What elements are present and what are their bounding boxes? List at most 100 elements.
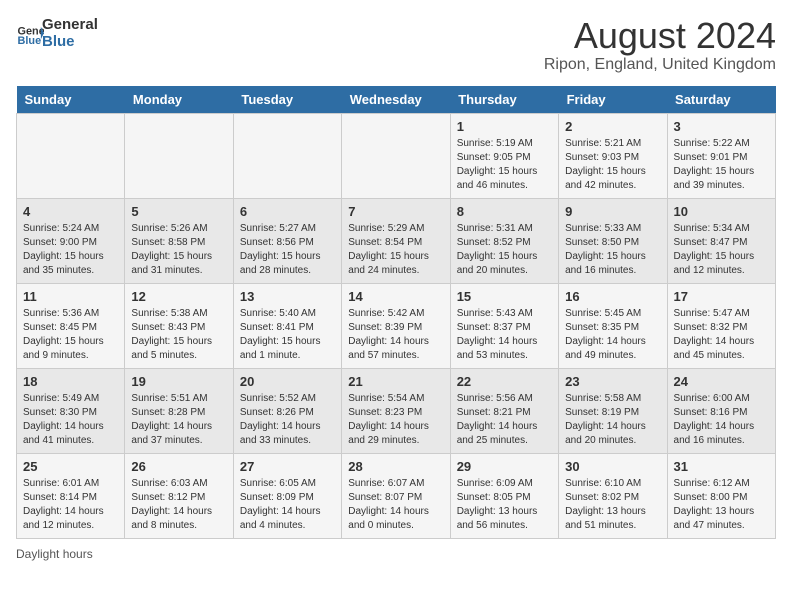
- subtitle: Ripon, England, United Kingdom: [544, 56, 776, 74]
- logo-icon: General Blue: [16, 19, 44, 47]
- header-cell-wednesday: Wednesday: [342, 86, 450, 114]
- daylight-label: Daylight hours: [16, 547, 93, 561]
- day-info: Sunrise: 5:36 AM Sunset: 8:45 PM Dayligh…: [23, 307, 118, 363]
- day-number: 28: [348, 459, 443, 474]
- day-number: 18: [23, 374, 118, 389]
- day-number: 26: [131, 459, 226, 474]
- day-number: 19: [131, 374, 226, 389]
- day-cell-30: 30 Sunrise: 6:10 AM Sunset: 8:02 PM Dayli…: [559, 453, 667, 538]
- day-info: Sunrise: 5:29 AM Sunset: 8:54 PM Dayligh…: [348, 222, 443, 278]
- day-info: Sunrise: 5:33 AM Sunset: 8:50 PM Dayligh…: [565, 222, 660, 278]
- day-cell-20: 20 Sunrise: 5:52 AM Sunset: 8:26 PM Dayli…: [233, 368, 341, 453]
- calendar-table: SundayMondayTuesdayWednesdayThursdayFrid…: [16, 86, 776, 539]
- day-info: Sunrise: 6:10 AM Sunset: 8:02 PM Dayligh…: [565, 477, 660, 533]
- day-cell-13: 13 Sunrise: 5:40 AM Sunset: 8:41 PM Dayli…: [233, 283, 341, 368]
- day-info: Sunrise: 6:01 AM Sunset: 8:14 PM Dayligh…: [23, 477, 118, 533]
- day-number: 20: [240, 374, 335, 389]
- day-number: 6: [240, 204, 335, 219]
- header-cell-saturday: Saturday: [667, 86, 775, 114]
- day-cell-empty: [17, 113, 125, 198]
- day-number: 17: [674, 289, 769, 304]
- day-cell-6: 6 Sunrise: 5:27 AM Sunset: 8:56 PM Daylig…: [233, 198, 341, 283]
- day-number: 27: [240, 459, 335, 474]
- day-cell-12: 12Sunrise: 5:38 AM Sunset: 8:43 PM Dayli…: [125, 283, 233, 368]
- week-row-3: 11 Sunrise: 5:36 AM Sunset: 8:45 PM Dayli…: [17, 283, 776, 368]
- day-cell-27: 27 Sunrise: 6:05 AM Sunset: 8:09 PM Dayli…: [233, 453, 341, 538]
- day-cell-7: 7 Sunrise: 5:29 AM Sunset: 8:54 PM Daylig…: [342, 198, 450, 283]
- footer: Daylight hours: [16, 547, 776, 561]
- day-number: 16: [565, 289, 660, 304]
- main-title: August 2024: [544, 16, 776, 56]
- svg-text:Blue: Blue: [18, 35, 42, 47]
- day-info: Sunrise: 6:03 AM Sunset: 8:12 PM Dayligh…: [131, 477, 226, 533]
- day-cell-2: 2Sunrise: 5:21 AM Sunset: 9:03 PM Daylig…: [559, 113, 667, 198]
- day-cell-24: 24Sunrise: 6:00 AM Sunset: 8:16 PM Dayli…: [667, 368, 775, 453]
- logo: General Blue General Blue: [16, 16, 98, 50]
- day-info: Sunrise: 5:31 AM Sunset: 8:52 PM Dayligh…: [457, 222, 552, 278]
- day-info: Sunrise: 6:07 AM Sunset: 8:07 PM Dayligh…: [348, 477, 443, 533]
- day-info: Sunrise: 6:09 AM Sunset: 8:05 PM Dayligh…: [457, 477, 552, 533]
- logo-line2: Blue: [42, 33, 98, 50]
- day-number: 21: [348, 374, 443, 389]
- day-number: 23: [565, 374, 660, 389]
- day-number: 8: [457, 204, 552, 219]
- day-number: 4: [23, 204, 118, 219]
- day-info: Sunrise: 5:38 AM Sunset: 8:43 PM Dayligh…: [131, 307, 226, 363]
- day-info: Sunrise: 5:45 AM Sunset: 8:35 PM Dayligh…: [565, 307, 660, 363]
- day-number: 10: [674, 204, 769, 219]
- header-cell-tuesday: Tuesday: [233, 86, 341, 114]
- day-info: Sunrise: 6:05 AM Sunset: 8:09 PM Dayligh…: [240, 477, 335, 533]
- day-info: Sunrise: 5:22 AM Sunset: 9:01 PM Dayligh…: [674, 137, 769, 193]
- header-cell-thursday: Thursday: [450, 86, 558, 114]
- day-info: Sunrise: 5:42 AM Sunset: 8:39 PM Dayligh…: [348, 307, 443, 363]
- day-info: Sunrise: 5:51 AM Sunset: 8:28 PM Dayligh…: [131, 392, 226, 448]
- title-section: August 2024 Ripon, England, United Kingd…: [544, 16, 776, 74]
- day-cell-28: 28 Sunrise: 6:07 AM Sunset: 8:07 PM Dayli…: [342, 453, 450, 538]
- day-cell-4: 4 Sunrise: 5:24 AM Sunset: 9:00 PM Daylig…: [17, 198, 125, 283]
- day-number: 14: [348, 289, 443, 304]
- header-row: SundayMondayTuesdayWednesdayThursdayFrid…: [17, 86, 776, 114]
- day-info: Sunrise: 5:58 AM Sunset: 8:19 PM Dayligh…: [565, 392, 660, 448]
- day-cell-23: 23 Sunrise: 5:58 AM Sunset: 8:19 PM Dayli…: [559, 368, 667, 453]
- day-info: Sunrise: 5:24 AM Sunset: 9:00 PM Dayligh…: [23, 222, 118, 278]
- day-cell-empty: [342, 113, 450, 198]
- day-info: Sunrise: 5:54 AM Sunset: 8:23 PM Dayligh…: [348, 392, 443, 448]
- header: General Blue General Blue August 2024 Ri…: [16, 16, 776, 74]
- day-cell-17: 17 Sunrise: 5:47 AM Sunset: 8:32 PM Dayli…: [667, 283, 775, 368]
- day-info: Sunrise: 5:40 AM Sunset: 8:41 PM Dayligh…: [240, 307, 335, 363]
- day-info: Sunrise: 5:52 AM Sunset: 8:26 PM Dayligh…: [240, 392, 335, 448]
- day-cell-19: 19 Sunrise: 5:51 AM Sunset: 8:28 PM Dayli…: [125, 368, 233, 453]
- day-cell-5: 5 Sunrise: 5:26 AM Sunset: 8:58 PM Daylig…: [125, 198, 233, 283]
- day-cell-18: 18Sunrise: 5:49 AM Sunset: 8:30 PM Dayli…: [17, 368, 125, 453]
- day-cell-15: 15Sunrise: 5:43 AM Sunset: 8:37 PM Dayli…: [450, 283, 558, 368]
- day-cell-empty: [125, 113, 233, 198]
- day-number: 11: [23, 289, 118, 304]
- day-number: 15: [457, 289, 552, 304]
- day-info: Sunrise: 5:56 AM Sunset: 8:21 PM Dayligh…: [457, 392, 552, 448]
- day-number: 7: [348, 204, 443, 219]
- logo-line1: General: [42, 16, 98, 33]
- day-cell-10: 10 Sunrise: 5:34 AM Sunset: 8:47 PM Dayli…: [667, 198, 775, 283]
- week-row-2: 4 Sunrise: 5:24 AM Sunset: 9:00 PM Daylig…: [17, 198, 776, 283]
- day-cell-11: 11 Sunrise: 5:36 AM Sunset: 8:45 PM Dayli…: [17, 283, 125, 368]
- day-info: Sunrise: 5:34 AM Sunset: 8:47 PM Dayligh…: [674, 222, 769, 278]
- day-number: 30: [565, 459, 660, 474]
- day-number: 5: [131, 204, 226, 219]
- day-cell-1: 1Sunrise: 5:19 AM Sunset: 9:05 PM Daylig…: [450, 113, 558, 198]
- day-number: 29: [457, 459, 552, 474]
- day-cell-14: 14 Sunrise: 5:42 AM Sunset: 8:39 PM Dayli…: [342, 283, 450, 368]
- day-cell-16: 16 Sunrise: 5:45 AM Sunset: 8:35 PM Dayli…: [559, 283, 667, 368]
- day-cell-empty: [233, 113, 341, 198]
- day-cell-29: 29 Sunrise: 6:09 AM Sunset: 8:05 PM Dayli…: [450, 453, 558, 538]
- day-info: Sunrise: 5:47 AM Sunset: 8:32 PM Dayligh…: [674, 307, 769, 363]
- day-info: Sunrise: 5:21 AM Sunset: 9:03 PM Dayligh…: [565, 137, 660, 193]
- day-number: 25: [23, 459, 118, 474]
- day-number: 1: [457, 119, 552, 134]
- day-info: Sunrise: 5:26 AM Sunset: 8:58 PM Dayligh…: [131, 222, 226, 278]
- header-cell-friday: Friday: [559, 86, 667, 114]
- week-row-4: 18Sunrise: 5:49 AM Sunset: 8:30 PM Dayli…: [17, 368, 776, 453]
- day-number: 31: [674, 459, 769, 474]
- day-number: 13: [240, 289, 335, 304]
- day-cell-25: 25 Sunrise: 6:01 AM Sunset: 8:14 PM Dayli…: [17, 453, 125, 538]
- day-info: Sunrise: 5:27 AM Sunset: 8:56 PM Dayligh…: [240, 222, 335, 278]
